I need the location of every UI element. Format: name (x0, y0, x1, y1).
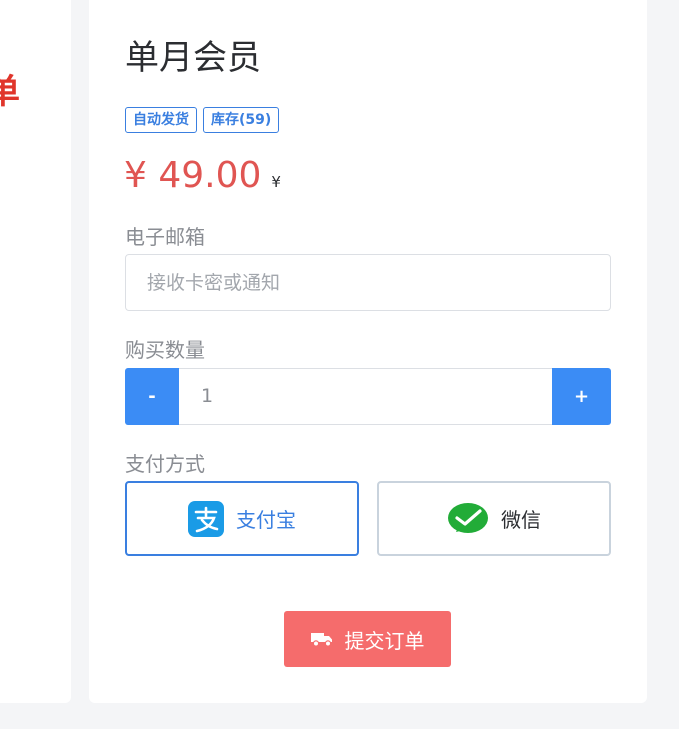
payment-label: 支付方式 (125, 452, 205, 476)
adjacent-card-title: 单 (0, 72, 20, 112)
stock-badge: 库存(59) (203, 107, 280, 133)
badge-list: 自动发货 库存(59) (125, 107, 280, 133)
price-row: ¥ 49.00 ¥ (124, 154, 281, 198)
auto-delivery-badge: 自动发货 (125, 107, 197, 133)
price-unit: ¥ (271, 173, 281, 191)
submit-order-button[interactable]: 提交订单 (284, 611, 451, 667)
product-card: 单月会员 自动发货 库存(59) ¥ 49.00 ¥ 电子邮箱 购买数量 - 1… (89, 0, 647, 703)
payment-option-label: 微信 (501, 508, 541, 532)
payment-option-label: 支付宝 (236, 508, 296, 532)
quantity-label: 购买数量 (125, 338, 205, 362)
email-label: 电子邮箱 (125, 225, 205, 249)
payment-option-alipay[interactable]: 支付宝 (125, 481, 359, 556)
price: ¥ 49.00 (124, 155, 262, 196)
truck-icon (310, 631, 333, 647)
payment-option-wechat[interactable]: 微信 (377, 481, 611, 556)
email-input[interactable] (125, 254, 611, 311)
product-title: 单月会员 (125, 38, 261, 78)
decrease-quantity-button[interactable]: - (125, 368, 179, 425)
wechat-icon (447, 501, 489, 537)
alipay-icon (188, 500, 224, 537)
increase-quantity-button[interactable]: + (552, 368, 611, 425)
submit-order-label: 提交订单 (344, 628, 425, 653)
quantity-stepper: - 1 + (125, 368, 611, 425)
quantity-input[interactable]: 1 (179, 368, 552, 425)
